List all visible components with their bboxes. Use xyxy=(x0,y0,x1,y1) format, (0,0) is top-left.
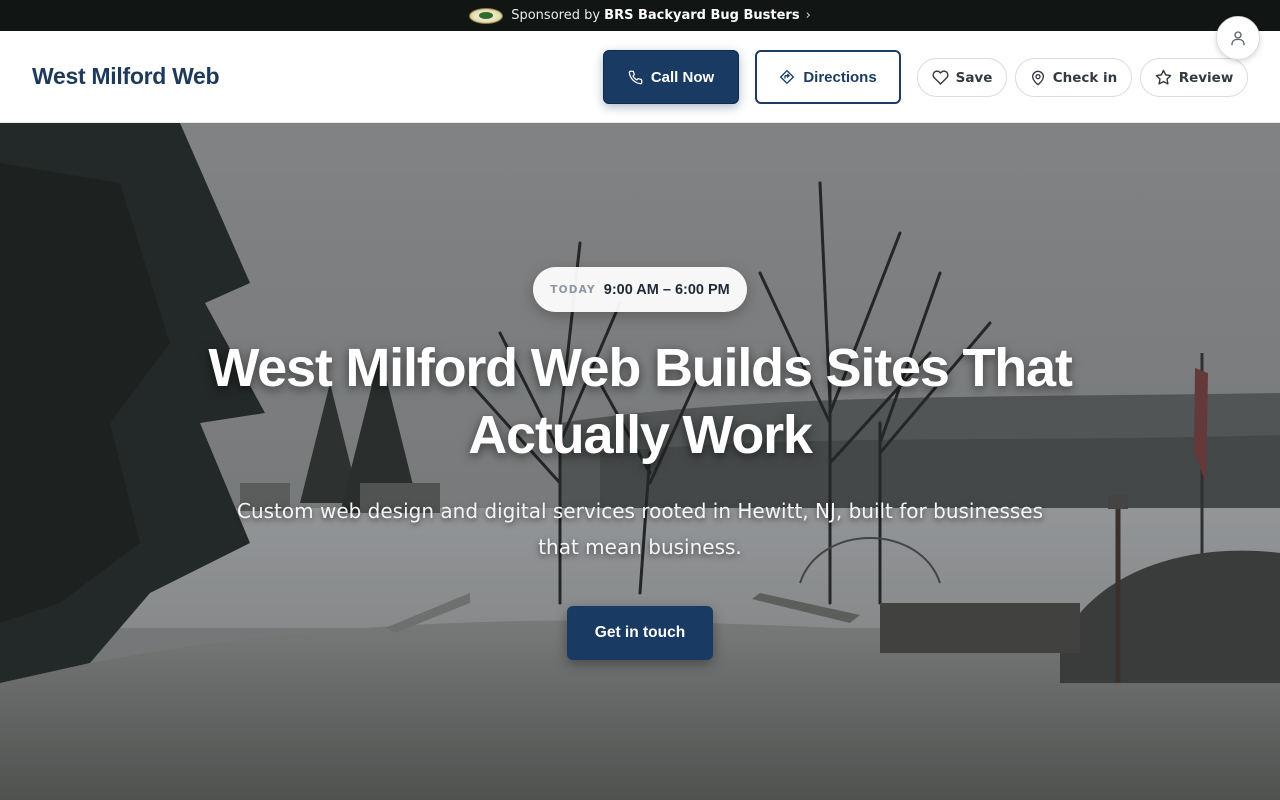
phone-icon xyxy=(628,70,643,84)
hero-headline-line2: Actually Work xyxy=(468,405,813,465)
sponsor-text: Sponsored by BRS Backyard Bug Busters xyxy=(511,8,799,23)
map-pin-icon xyxy=(1031,70,1044,85)
review-label: Review xyxy=(1178,69,1234,86)
review-button[interactable]: Review xyxy=(1140,58,1248,97)
call-now-label: Call Now xyxy=(650,68,715,86)
user-icon xyxy=(1231,31,1245,46)
hero-subheadline: Custom web design and digital services r… xyxy=(220,493,1060,565)
sponsor-prefix: Sponsored by xyxy=(511,8,601,23)
hours-badge: TODAY 9:00 AM – 6:00 PM xyxy=(533,267,747,312)
hero-headline: West Milford Web Builds Sites That Actua… xyxy=(140,335,1140,469)
directions-label: Directions xyxy=(803,68,877,86)
site-header: West Milford Web Call Now Directions Sav… xyxy=(0,31,1280,123)
hero-headline-line1: West Milford Web Builds Sites That xyxy=(208,338,1072,398)
save-button[interactable]: Save xyxy=(917,58,1007,97)
call-now-button[interactable]: Call Now xyxy=(603,50,739,104)
check-in-button[interactable]: Check in xyxy=(1015,58,1132,97)
sponsor-name: BRS Backyard Bug Busters xyxy=(604,8,800,23)
hours-label: TODAY xyxy=(550,283,596,296)
hero-section: TODAY 9:00 AM – 6:00 PM West Milford Web… xyxy=(0,123,1280,800)
hours-value: 9:00 AM – 6:00 PM xyxy=(603,281,730,298)
directions-icon xyxy=(780,70,795,84)
heart-icon xyxy=(932,70,949,85)
hero-subheadline-line2: that mean business. xyxy=(538,535,742,559)
star-icon xyxy=(1155,69,1171,85)
directions-button[interactable]: Directions xyxy=(755,50,901,104)
check-in-label: Check in xyxy=(1052,69,1118,86)
get-in-touch-button[interactable]: Get in touch xyxy=(567,606,713,660)
save-label: Save xyxy=(955,69,993,86)
profile-button[interactable] xyxy=(1216,16,1260,60)
sponsor-logo xyxy=(469,7,504,24)
hero-subheadline-line1: Custom web design and digital services r… xyxy=(236,499,1044,523)
sponsor-bar[interactable]: Sponsored by BRS Backyard Bug Busters › xyxy=(0,0,1280,31)
chevron-right-icon: › xyxy=(805,8,811,23)
brand-title[interactable]: West Milford Web xyxy=(32,63,220,90)
